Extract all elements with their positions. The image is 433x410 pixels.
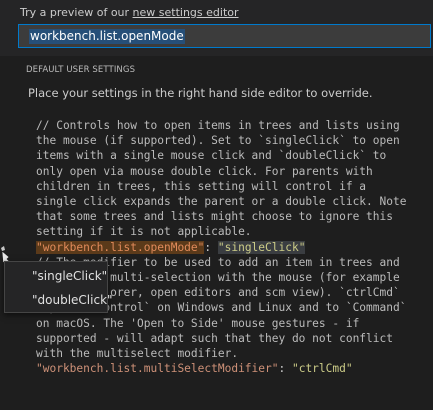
settings-window: Try a preview of our new settings editor…: [0, 0, 433, 410]
new-settings-editor-link[interactable]: new settings editor: [133, 6, 239, 19]
preview-notice: Try a preview of our new settings editor: [20, 6, 239, 19]
setting-key-multi-select-modifier: "workbench.list.multiSelectModifier": [36, 362, 279, 376]
menu-item-single-click[interactable]: "singleClick": [5, 264, 107, 288]
value-dropdown-menu: "singleClick" "doubleClick": [4, 261, 113, 313]
settings-code: // Controls how to open items in trees a…: [36, 119, 407, 376]
comment-line: with the multiselect modifier.: [36, 347, 239, 361]
comment-line: the mouse (if supported). Set to `single…: [36, 134, 400, 148]
section-title: DEFAULT USER SETTINGS: [26, 65, 136, 75]
comment-line: on macOS. The 'Open to Side' mouse gestu…: [36, 316, 360, 330]
comment-line: single click expands the parent or a dou…: [36, 195, 407, 209]
settings-info-text: Place your settings in the right hand si…: [28, 86, 373, 100]
comment-line: // Controls how to open items in trees a…: [36, 119, 400, 132]
comment-line: items with a single mouse click and `dou…: [36, 149, 387, 163]
comment-line: setting if it is not applicable.: [36, 225, 252, 239]
comment-line: only open via mouse double click. For pa…: [36, 164, 373, 178]
settings-search-input[interactable]: workbench.list.openMode: [18, 24, 431, 48]
setting-value-open-mode[interactable]: "singleClick": [217, 240, 306, 254]
search-input-value: workbench.list.openMode: [29, 29, 185, 44]
comment-line: that some trees and lists might choose t…: [36, 210, 393, 224]
menu-item-double-click[interactable]: "doubleClick": [5, 288, 113, 312]
settings-header: Try a preview of our new settings editor…: [0, 0, 433, 56]
setting-key-open-mode: "workbench.list.openMode": [36, 240, 205, 254]
comment-line: supported - will adapt such that they do…: [36, 331, 393, 345]
comment-line: children in trees, this setting will con…: [36, 179, 367, 193]
setting-value-multi-select-modifier[interactable]: "ctrlCmd": [292, 362, 353, 375]
preview-notice-text: Try a preview of our: [20, 6, 133, 19]
default-settings-editor[interactable]: // Controls how to open items in trees a…: [20, 110, 433, 410]
